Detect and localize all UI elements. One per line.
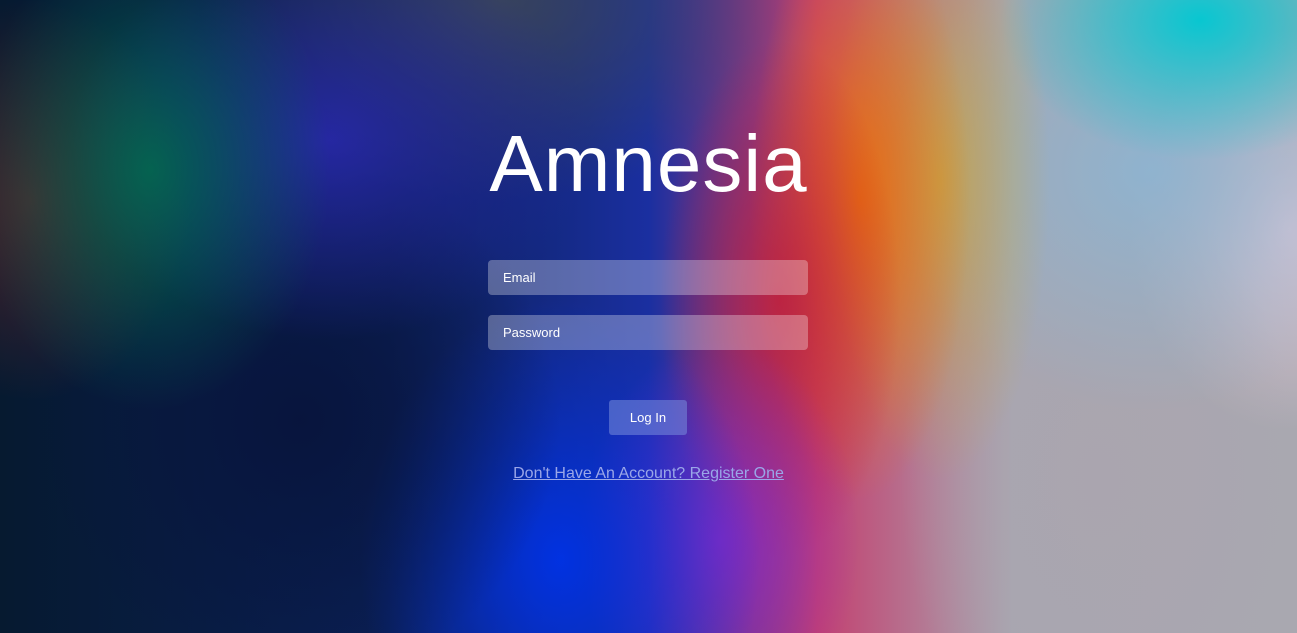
email-input[interactable] (488, 260, 808, 295)
register-prompt: Don't Have An Account? Register One (0, 464, 1297, 484)
login-button[interactable]: Log In (609, 400, 687, 435)
app-title: Amnesia (489, 119, 808, 208)
register-link[interactable]: Don't Have An Account? Register One (513, 465, 784, 482)
password-input[interactable] (488, 315, 808, 350)
login-page: Amnesia Log In Don't Have An Account? Re… (0, 0, 1297, 633)
